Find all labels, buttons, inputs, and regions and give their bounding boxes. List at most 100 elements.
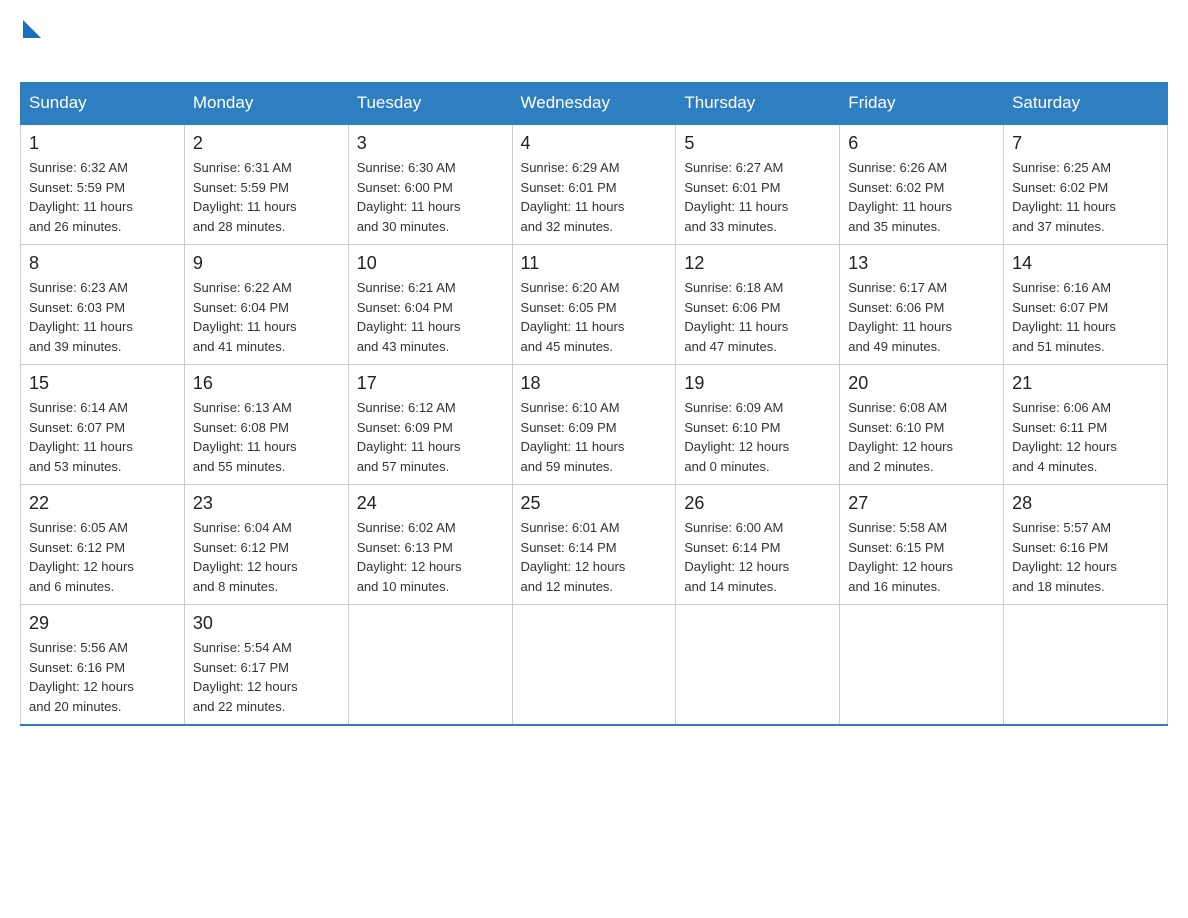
day-number: 22: [29, 493, 176, 514]
day-number: 14: [1012, 253, 1159, 274]
calendar-cell: 30 Sunrise: 5:54 AMSunset: 6:17 PMDayligh…: [184, 605, 348, 726]
calendar-cell: 18 Sunrise: 6:10 AMSunset: 6:09 PMDayligh…: [512, 365, 676, 485]
calendar-cell: 6 Sunrise: 6:26 AMSunset: 6:02 PMDaylight…: [840, 124, 1004, 245]
calendar-cell: [840, 605, 1004, 726]
calendar-cell: 15 Sunrise: 6:14 AMSunset: 6:07 PMDayligh…: [21, 365, 185, 485]
day-number: 30: [193, 613, 340, 634]
calendar-cell: 24 Sunrise: 6:02 AMSunset: 6:13 PMDayligh…: [348, 485, 512, 605]
logo-text: [20, 20, 41, 40]
day-number: 25: [521, 493, 668, 514]
day-info: Sunrise: 6:25 AMSunset: 6:02 PMDaylight:…: [1012, 158, 1159, 236]
day-number: 19: [684, 373, 831, 394]
day-number: 3: [357, 133, 504, 154]
calendar-cell: 27Sunrise: 5:58 AMSunset: 6:15 PMDayligh…: [840, 485, 1004, 605]
calendar-table: SundayMondayTuesdayWednesdayThursdayFrid…: [20, 82, 1168, 726]
day-number: 15: [29, 373, 176, 394]
calendar-cell: [1004, 605, 1168, 726]
day-info: Sunrise: 6:30 AMSunset: 6:00 PMDaylight:…: [357, 158, 504, 236]
day-info: Sunrise: 6:09 AMSunset: 6:10 PMDaylight:…: [684, 398, 831, 476]
weekday-header-friday: Friday: [840, 83, 1004, 125]
calendar-cell: 10Sunrise: 6:21 AMSunset: 6:04 PMDayligh…: [348, 245, 512, 365]
calendar-cell: 16 Sunrise: 6:13 AMSunset: 6:08 PMDayligh…: [184, 365, 348, 485]
day-info: Sunrise: 6:10 AMSunset: 6:09 PMDaylight:…: [521, 398, 668, 476]
calendar-header-row: SundayMondayTuesdayWednesdayThursdayFrid…: [21, 83, 1168, 125]
day-number: 12: [684, 253, 831, 274]
day-number: 26: [684, 493, 831, 514]
day-info: Sunrise: 5:56 AMSunset: 6:16 PMDaylight:…: [29, 638, 176, 716]
calendar-cell: 11Sunrise: 6:20 AMSunset: 6:05 PMDayligh…: [512, 245, 676, 365]
calendar-cell: 29 Sunrise: 5:56 AMSunset: 6:16 PMDayligh…: [21, 605, 185, 726]
day-info: Sunrise: 6:08 AMSunset: 6:10 PMDaylight:…: [848, 398, 995, 476]
day-number: 1: [29, 133, 176, 154]
day-info: Sunrise: 6:29 AMSunset: 6:01 PMDaylight:…: [521, 158, 668, 236]
day-info: Sunrise: 6:12 AMSunset: 6:09 PMDaylight:…: [357, 398, 504, 476]
day-number: 5: [684, 133, 831, 154]
calendar-cell: 1 Sunrise: 6:32 AMSunset: 5:59 PMDaylight…: [21, 124, 185, 245]
day-number: 13: [848, 253, 995, 274]
calendar-week-row: 8 Sunrise: 6:23 AMSunset: 6:03 PMDaylight…: [21, 245, 1168, 365]
weekday-header-thursday: Thursday: [676, 83, 840, 125]
day-number: 24: [357, 493, 504, 514]
day-info: Sunrise: 6:17 AMSunset: 6:06 PMDaylight:…: [848, 278, 995, 356]
day-number: 11: [521, 253, 668, 274]
calendar-cell: 5Sunrise: 6:27 AMSunset: 6:01 PMDaylight…: [676, 124, 840, 245]
calendar-cell: 3 Sunrise: 6:30 AMSunset: 6:00 PMDaylight…: [348, 124, 512, 245]
day-number: 23: [193, 493, 340, 514]
day-number: 21: [1012, 373, 1159, 394]
logo-triangle-icon: [23, 20, 41, 38]
weekday-header-wednesday: Wednesday: [512, 83, 676, 125]
day-info: Sunrise: 6:26 AMSunset: 6:02 PMDaylight:…: [848, 158, 995, 236]
day-number: 28: [1012, 493, 1159, 514]
day-info: Sunrise: 6:01 AMSunset: 6:14 PMDaylight:…: [521, 518, 668, 596]
day-number: 16: [193, 373, 340, 394]
calendar-week-row: 15 Sunrise: 6:14 AMSunset: 6:07 PMDayligh…: [21, 365, 1168, 485]
calendar-cell: 28 Sunrise: 5:57 AMSunset: 6:16 PMDayligh…: [1004, 485, 1168, 605]
calendar-cell: 4 Sunrise: 6:29 AMSunset: 6:01 PMDaylight…: [512, 124, 676, 245]
calendar-cell: 25 Sunrise: 6:01 AMSunset: 6:14 PMDayligh…: [512, 485, 676, 605]
day-info: Sunrise: 5:54 AMSunset: 6:17 PMDaylight:…: [193, 638, 340, 716]
weekday-header-sunday: Sunday: [21, 83, 185, 125]
day-info: Sunrise: 6:32 AMSunset: 5:59 PMDaylight:…: [29, 158, 176, 236]
day-number: 29: [29, 613, 176, 634]
calendar-cell: 19 Sunrise: 6:09 AMSunset: 6:10 PMDayligh…: [676, 365, 840, 485]
day-number: 17: [357, 373, 504, 394]
calendar-cell: [676, 605, 840, 726]
weekday-header-monday: Monday: [184, 83, 348, 125]
day-info: Sunrise: 5:57 AMSunset: 6:16 PMDaylight:…: [1012, 518, 1159, 596]
calendar-week-row: 22 Sunrise: 6:05 AMSunset: 6:12 PMDayligh…: [21, 485, 1168, 605]
calendar-cell: 12 Sunrise: 6:18 AMSunset: 6:06 PMDayligh…: [676, 245, 840, 365]
day-info: Sunrise: 6:13 AMSunset: 6:08 PMDaylight:…: [193, 398, 340, 476]
calendar-cell: 26 Sunrise: 6:00 AMSunset: 6:14 PMDayligh…: [676, 485, 840, 605]
day-number: 4: [521, 133, 668, 154]
calendar-week-row: 29 Sunrise: 5:56 AMSunset: 6:16 PMDayligh…: [21, 605, 1168, 726]
day-number: 10: [357, 253, 504, 274]
calendar-cell: 21Sunrise: 6:06 AMSunset: 6:11 PMDayligh…: [1004, 365, 1168, 485]
day-number: 8: [29, 253, 176, 274]
day-info: Sunrise: 6:14 AMSunset: 6:07 PMDaylight:…: [29, 398, 176, 476]
calendar-cell: 20 Sunrise: 6:08 AMSunset: 6:10 PMDayligh…: [840, 365, 1004, 485]
calendar-cell: 13 Sunrise: 6:17 AMSunset: 6:06 PMDayligh…: [840, 245, 1004, 365]
day-number: 2: [193, 133, 340, 154]
calendar-cell: 7 Sunrise: 6:25 AMSunset: 6:02 PMDaylight…: [1004, 124, 1168, 245]
day-number: 18: [521, 373, 668, 394]
day-info: Sunrise: 6:22 AMSunset: 6:04 PMDaylight:…: [193, 278, 340, 356]
calendar-cell: [512, 605, 676, 726]
day-info: Sunrise: 6:00 AMSunset: 6:14 PMDaylight:…: [684, 518, 831, 596]
day-info: Sunrise: 6:04 AMSunset: 6:12 PMDaylight:…: [193, 518, 340, 596]
day-info: Sunrise: 6:18 AMSunset: 6:06 PMDaylight:…: [684, 278, 831, 356]
day-number: 6: [848, 133, 995, 154]
calendar-cell: 8 Sunrise: 6:23 AMSunset: 6:03 PMDaylight…: [21, 245, 185, 365]
day-info: Sunrise: 5:58 AMSunset: 6:15 PMDaylight:…: [848, 518, 995, 596]
day-number: 9: [193, 253, 340, 274]
logo: [20, 20, 41, 72]
day-info: Sunrise: 6:02 AMSunset: 6:13 PMDaylight:…: [357, 518, 504, 596]
weekday-header-tuesday: Tuesday: [348, 83, 512, 125]
day-number: 7: [1012, 133, 1159, 154]
page-header: [20, 20, 1168, 72]
calendar-cell: 9 Sunrise: 6:22 AMSunset: 6:04 PMDaylight…: [184, 245, 348, 365]
weekday-header-saturday: Saturday: [1004, 83, 1168, 125]
day-info: Sunrise: 6:05 AMSunset: 6:12 PMDaylight:…: [29, 518, 176, 596]
day-info: Sunrise: 6:23 AMSunset: 6:03 PMDaylight:…: [29, 278, 176, 356]
day-number: 20: [848, 373, 995, 394]
day-info: Sunrise: 6:16 AMSunset: 6:07 PMDaylight:…: [1012, 278, 1159, 356]
